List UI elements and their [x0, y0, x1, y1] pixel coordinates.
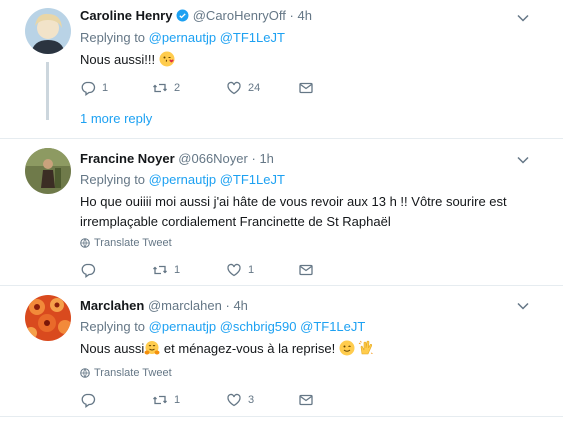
replying-to-label: Replying to	[80, 172, 146, 187]
winking-face-emoji	[339, 340, 355, 356]
avatar[interactable]	[25, 8, 71, 54]
chevron-down-icon[interactable]	[517, 14, 529, 22]
reply-button[interactable]: 1	[80, 80, 108, 96]
retweet-count: 1	[174, 264, 181, 276]
dot-separator: ·	[251, 151, 256, 166]
user-handle[interactable]: @marclahen	[148, 298, 222, 313]
tweet-actions: 1 3	[80, 392, 340, 412]
tweet-text-line: Ho que ouiiii moi aussi j'ai hâte de vou…	[80, 194, 507, 209]
translate-label: Translate Tweet	[94, 367, 172, 379]
mention-link[interactable]: @pernautjp	[149, 319, 216, 334]
divider	[0, 416, 563, 417]
display-name[interactable]: Marclahen	[80, 298, 144, 313]
like-button[interactable]: 3	[226, 392, 254, 408]
mention-link[interactable]: @TF1LeJT	[300, 319, 365, 334]
tweet-text-line: irremplaçable cordialement Francinette d…	[80, 214, 391, 229]
tweet-text: Nous aussi!!!	[80, 50, 175, 70]
translate-tweet-link[interactable]: Translate Tweet	[80, 367, 172, 379]
replying-to-label: Replying to	[80, 319, 146, 334]
thread-line	[46, 62, 49, 120]
timestamp[interactable]: 4h	[297, 8, 311, 23]
tweet-text-content: Nous aussi	[80, 341, 145, 356]
tweet-text: Ho que ouiiii moi aussi j'ai hâte de vou…	[80, 192, 507, 232]
retweet-icon	[153, 83, 167, 93]
like-count: 24	[248, 82, 261, 94]
dot-separator: ·	[289, 8, 294, 23]
tweet-text: Nous aussi et ménagez-vous à la reprise!	[80, 339, 374, 359]
mention-link[interactable]: @pernautjp	[149, 172, 216, 187]
tweet-francine-noyer[interactable]: Francine Noyer @066Noyer · 1h Replying t…	[0, 139, 563, 285]
retweet-icon	[153, 265, 167, 275]
globe-icon	[80, 238, 90, 248]
tweet-text-content: et ménagez-vous à la reprise!	[160, 341, 336, 356]
user-handle[interactable]: @CaroHenryOff	[193, 8, 286, 23]
tweet-marclahen[interactable]: Marclahen @marclahen · 4h Replying to @p…	[0, 286, 563, 416]
replying-to: Replying to @pernautjp @TF1LeJT	[80, 172, 285, 187]
display-name[interactable]: Caroline Henry	[80, 8, 172, 23]
like-count: 3	[248, 394, 255, 406]
retweet-count: 1	[174, 394, 181, 406]
chevron-down-icon[interactable]	[517, 156, 529, 164]
tweet-caroline-henry[interactable]: Caroline Henry @CaroHenryOff · 4h Replyi…	[0, 0, 563, 138]
like-icon	[227, 263, 241, 277]
avatar[interactable]	[25, 148, 71, 194]
display-name[interactable]: Francine Noyer	[80, 151, 175, 166]
reply-icon	[81, 81, 96, 96]
timestamp[interactable]: 1h	[259, 151, 273, 166]
dot-separator: ·	[225, 298, 230, 313]
like-icon	[227, 393, 241, 407]
mention-link[interactable]: @TF1LeJT	[220, 30, 285, 45]
tweet-header: Francine Noyer @066Noyer · 1h	[80, 151, 274, 166]
reply-icon	[81, 263, 96, 278]
dm-icon	[299, 82, 313, 94]
replying-to-label: Replying to	[80, 30, 146, 45]
timestamp[interactable]: 4h	[233, 298, 247, 313]
globe-icon	[80, 368, 90, 378]
like-button[interactable]: 1	[226, 262, 254, 278]
dm-icon	[299, 264, 313, 276]
reply-count: 1	[102, 82, 109, 94]
tweet-header: Marclahen @marclahen · 4h	[80, 298, 248, 313]
tweet-header: Caroline Henry @CaroHenryOff · 4h	[80, 8, 312, 23]
face-blowing-kiss-emoji	[159, 51, 175, 67]
like-count: 1	[248, 264, 255, 276]
verified-badge-icon	[176, 9, 189, 22]
replying-to: Replying to @pernautjp @schbrig590 @TF1L…	[80, 319, 365, 334]
user-handle[interactable]: @066Noyer	[178, 151, 248, 166]
retweet-button[interactable]: 1	[152, 392, 180, 408]
reply-button[interactable]	[80, 392, 102, 408]
retweet-button[interactable]: 2	[152, 80, 180, 96]
retweet-count: 2	[174, 82, 181, 94]
more-replies-link[interactable]: 1 more reply	[80, 111, 152, 126]
direct-message-button[interactable]	[298, 262, 314, 278]
translate-label: Translate Tweet	[94, 237, 172, 249]
clapping-hands-emoji	[359, 340, 374, 355]
hugging-face-emoji	[144, 341, 160, 355]
like-icon	[227, 81, 241, 95]
reply-icon	[81, 393, 96, 408]
replying-to: Replying to @pernautjp @TF1LeJT	[80, 30, 285, 45]
translate-tweet-link[interactable]: Translate Tweet	[80, 237, 172, 249]
mention-link[interactable]: @schbrig590	[220, 319, 297, 334]
reply-button[interactable]	[80, 262, 102, 278]
avatar[interactable]	[25, 295, 71, 341]
retweet-icon	[153, 395, 167, 405]
tweet-actions: 1 2 24	[80, 80, 340, 100]
direct-message-button[interactable]	[298, 80, 314, 96]
like-button[interactable]: 24	[226, 80, 260, 96]
tweet-text-content: Nous aussi!!!	[80, 52, 156, 67]
mention-link[interactable]: @TF1LeJT	[220, 172, 285, 187]
mention-link[interactable]: @pernautjp	[149, 30, 216, 45]
chevron-down-icon[interactable]	[517, 302, 529, 310]
tweet-actions: 1 1	[80, 262, 340, 282]
retweet-button[interactable]: 1	[152, 262, 180, 278]
direct-message-button[interactable]	[298, 392, 314, 408]
dm-icon	[299, 394, 313, 406]
